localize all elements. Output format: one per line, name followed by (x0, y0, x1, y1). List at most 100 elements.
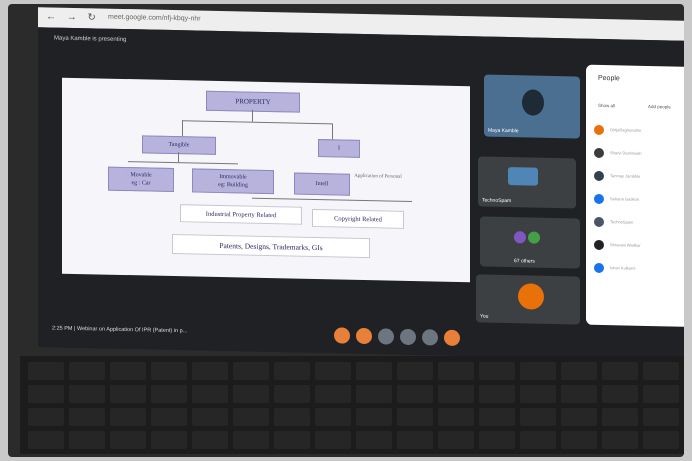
meeting-title: Webinar on Application Of IPR (Patent) i… (76, 326, 188, 335)
keyboard-key (28, 408, 64, 426)
keyboard-key (69, 362, 105, 380)
participant-row[interactable]: Shravani Wadkar (594, 239, 684, 252)
participant-name: Sharvi Deshmukh (610, 150, 642, 156)
keyboard-key (520, 362, 556, 380)
keyboard-key (356, 362, 392, 380)
address-bar[interactable]: meet.google.com/nfj-kbqy-nhr (108, 14, 201, 23)
keyboard-key (69, 431, 105, 449)
control-button[interactable] (356, 327, 372, 345)
slide-box-movable: Movable eg : Car (108, 166, 174, 193)
participant-name: Sahana Gadkari (610, 196, 639, 202)
keyboard-key (274, 385, 310, 403)
keyboard-key (479, 362, 515, 380)
keyboard-key (315, 362, 351, 380)
keyboard-key (397, 385, 433, 403)
keyboard-key (274, 408, 310, 426)
keyboard-key (643, 362, 679, 380)
keyboard-key (110, 408, 146, 426)
meet-window: Maya Kamble is presenting PROPERTY Tangi… (38, 27, 684, 361)
slide-box-copyright: Copyright Related (312, 208, 404, 229)
control-button[interactable] (422, 329, 438, 346)
participant-avatar (594, 239, 604, 251)
slide-box-tangible: Tangible (142, 135, 216, 155)
participant-row[interactable]: GirijaRaghunathe (594, 124, 684, 137)
participant-tile-techno[interactable]: TechnoSpam (478, 156, 576, 209)
people-panel: People Show all Add people GirijaRaghuna… (586, 64, 684, 327)
slide-connector (252, 109, 253, 122)
others-tile[interactable]: 67 others (480, 216, 580, 269)
slide-connector (182, 120, 183, 137)
keyboard-key (561, 431, 597, 449)
keyboard-key (28, 431, 64, 449)
laptop-screen: ← → ↻ meet.google.com/nfj-kbqy-nhr Maya … (38, 7, 684, 361)
participant-row[interactable]: Ishan Kulkarni (594, 262, 684, 275)
keyboard-key (151, 431, 187, 449)
keyboard-key (315, 385, 351, 403)
participant-avatar (594, 124, 604, 136)
keyboard-key (151, 408, 187, 426)
keyboard-key (192, 431, 228, 449)
participant-avatar (594, 193, 604, 205)
slide-connector (178, 152, 179, 163)
keyboard-key (356, 408, 392, 426)
techno-video (508, 167, 538, 186)
control-button[interactable] (400, 328, 416, 346)
slide-connector (252, 197, 412, 203)
keyboard-key (438, 362, 474, 380)
keyboard-key (69, 385, 105, 403)
keyboard-key (520, 385, 556, 403)
presenter-video (522, 89, 544, 116)
keyboard-key (602, 431, 638, 449)
participant-row[interactable]: Sharvi Deshmukh (594, 147, 684, 160)
control-button[interactable] (444, 329, 460, 347)
others-count: 67 others (514, 258, 535, 265)
keyboard-key (602, 385, 638, 403)
participant-name: Shravani Wadkar (610, 242, 641, 248)
participant-name: Ishan Kulkarni (610, 265, 636, 271)
keyboard-key (561, 362, 597, 380)
keyboard-key (397, 431, 433, 449)
photo-frame: ← → ↻ meet.google.com/nfj-kbqy-nhr Maya … (8, 4, 684, 457)
people-tab-all[interactable]: Show all (598, 103, 615, 108)
participant-name: Tanmay Jambhle (610, 173, 641, 179)
keyboard-key (151, 385, 187, 403)
keyboard-key (192, 408, 228, 426)
keyboard-key (356, 431, 392, 449)
keyboard-key (643, 408, 679, 426)
keyboard-key (602, 362, 638, 380)
participant-row[interactable]: Sahana Gadkari (594, 193, 684, 206)
keyboard-key (28, 362, 64, 380)
participant-row[interactable]: Tanmay Jambhle (594, 170, 684, 183)
slide-connector (332, 123, 333, 140)
slide-overlay-text: Application of Personal (354, 173, 402, 180)
browser-nav-buttons[interactable]: ← → ↻ (46, 11, 100, 23)
participant-name: TechnoSpam (610, 219, 634, 225)
self-tile[interactable]: You (476, 274, 580, 325)
participant-avatar (594, 262, 604, 274)
keyboard-key (28, 385, 64, 403)
keyboard-key (397, 408, 433, 426)
participant-row[interactable]: TechnoSpam (594, 216, 684, 229)
people-tab-add[interactable]: Add people (648, 104, 671, 109)
keyboard-key (643, 431, 679, 449)
keyboard-key (520, 408, 556, 426)
slide-box-intangible: I (318, 139, 360, 158)
keyboard-key (561, 408, 597, 426)
keyboard-key (233, 408, 269, 426)
keyboard-key (643, 385, 679, 403)
participant-avatar (594, 147, 604, 159)
slide-box-property: PROPERTY (206, 90, 300, 113)
presentation-slide: PROPERTY Tangible I Movable eg : Car Imm… (62, 77, 470, 283)
presenter-name: Maya Kamble (488, 127, 519, 135)
presenter-tile[interactable]: Maya Kamble (484, 74, 580, 139)
keyboard-key (356, 385, 392, 403)
control-button[interactable] (334, 327, 350, 344)
keyboard-key (438, 408, 474, 426)
keyboard-key (110, 385, 146, 403)
keyboard-key (438, 431, 474, 449)
keyboard-key (438, 385, 474, 403)
participant-name: GirijaRaghunathe (610, 127, 642, 133)
keyboard-key (192, 385, 228, 403)
slide-connector (128, 161, 238, 165)
control-button[interactable] (378, 328, 394, 345)
